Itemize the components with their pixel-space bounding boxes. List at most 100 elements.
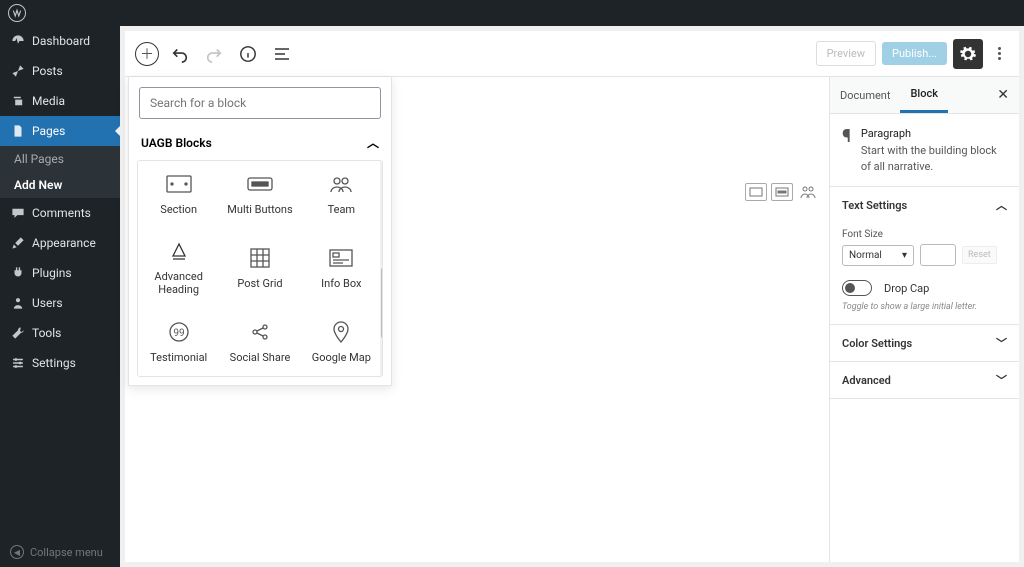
font-size-select[interactable]: Normal ▾ — [842, 245, 914, 266]
editor-toolbar: ＋ Preview Publish... — [125, 31, 1019, 77]
sidebar-item-pages[interactable]: Pages — [0, 116, 120, 146]
panel-header-color-settings[interactable]: Color Settings ﹀ — [830, 325, 1019, 361]
share-icon — [246, 321, 274, 343]
sidebar-item-settings[interactable]: Settings — [0, 348, 120, 378]
inserter-block-team[interactable]: Team — [301, 161, 382, 228]
section-type-icon[interactable] — [745, 183, 767, 201]
brush-icon — [10, 235, 26, 251]
inserter-block-google-map[interactable]: Google Map — [301, 309, 382, 376]
info-button[interactable] — [235, 41, 261, 67]
team-icon — [327, 173, 355, 195]
inserter-block-advanced-heading[interactable]: Advanced Heading — [138, 228, 219, 308]
infobox-icon — [327, 247, 355, 269]
team-type-icon[interactable] — [797, 183, 819, 201]
chevron-up-icon: ︿ — [367, 134, 379, 151]
sidebar-item-posts[interactable]: Posts — [0, 56, 120, 86]
block-summary: ¶ Paragraph Start with the building bloc… — [830, 114, 1019, 187]
panel-text-settings: Text Settings ︿ Font Size Normal ▾ — [830, 187, 1019, 325]
sidebar-item-comments[interactable]: Comments — [0, 198, 120, 228]
sidebar-item-label: Pages — [32, 124, 65, 138]
pages-icon — [10, 123, 26, 139]
sidebar-item-media[interactable]: Media — [0, 86, 120, 116]
panel-header-advanced[interactable]: Advanced ﹀ — [830, 362, 1019, 398]
inserter-block-section[interactable]: Section — [138, 161, 219, 228]
undo-button[interactable] — [167, 41, 193, 67]
dashboard-icon — [10, 33, 26, 49]
sidebar-item-dashboard[interactable]: Dashboard — [0, 26, 120, 56]
panel-title: Text Settings — [842, 199, 907, 212]
tab-block[interactable]: Block — [900, 77, 947, 113]
sidebar-item-label: Tools — [32, 326, 61, 340]
panel-advanced: Advanced ﹀ — [830, 362, 1019, 399]
inserter-category-label: UAGB Blocks — [141, 136, 212, 150]
sliders-icon — [10, 355, 26, 371]
sidebar-sub-add-new[interactable]: Add New — [0, 172, 120, 198]
sidebar-item-appearance[interactable]: Appearance — [0, 228, 120, 258]
sidebar-sub-all-pages[interactable]: All Pages — [0, 146, 120, 172]
preview-button[interactable]: Preview — [816, 41, 876, 66]
add-block-button[interactable]: ＋ — [135, 42, 159, 66]
settings-gear-button[interactable] — [953, 39, 983, 69]
wordpress-logo-icon[interactable] — [8, 4, 26, 22]
inserter-block-testimonial[interactable]: 99 Testimonial — [138, 309, 219, 376]
editor-wrap: ＋ Preview Publish... — [120, 26, 1024, 567]
block-title: Paragraph — [861, 126, 1007, 141]
redo-button[interactable] — [201, 41, 227, 67]
collapse-icon: ◀ — [10, 545, 24, 559]
inserter-category-header[interactable]: UAGB Blocks ︿ — [129, 129, 391, 156]
font-size-number-input[interactable] — [920, 244, 956, 266]
inserter-block-label: Multi Buttons — [227, 203, 292, 216]
drop-cap-toggle[interactable] — [842, 280, 872, 296]
chevron-up-icon: ︿ — [996, 197, 1007, 213]
inserter-block-label: Advanced Heading — [142, 270, 215, 296]
block-search-input[interactable] — [139, 87, 381, 119]
admin-sidebar: Dashboard Posts Media Pages All Pages Ad… — [0, 26, 120, 567]
sidebar-item-label: Settings — [32, 356, 76, 370]
drop-cap-hint: Toggle to show a large initial letter. — [842, 302, 1007, 312]
sidebar-item-label: Users — [32, 296, 63, 310]
inserter-block-label: Post Grid — [237, 277, 282, 290]
font-size-reset-button[interactable]: Reset — [962, 246, 997, 264]
panel-color-settings: Color Settings ﹀ — [830, 325, 1019, 362]
heading-icon — [165, 240, 193, 262]
sidebar-item-label: Comments — [32, 206, 91, 220]
section-icon — [165, 173, 193, 195]
drop-cap-label: Drop Cap — [884, 282, 929, 295]
inserter-block-social-share[interactable]: Social Share — [219, 309, 300, 376]
settings-sidebar: Document Block ✕ ¶ Paragraph Start with … — [829, 77, 1019, 562]
sidebar-item-tools[interactable]: Tools — [0, 318, 120, 348]
sidebar-item-label: Plugins — [32, 266, 72, 280]
inserter-block-multi-buttons[interactable]: Multi Buttons — [219, 161, 300, 228]
chevron-down-icon: ﹀ — [996, 335, 1007, 351]
tab-document[interactable]: Document — [830, 79, 900, 112]
quote-icon: 99 — [165, 321, 193, 343]
close-sidebar-button[interactable]: ✕ — [987, 87, 1019, 103]
inserter-scrollbar-thumb[interactable] — [381, 268, 383, 338]
sidebar-item-plugins[interactable]: Plugins — [0, 258, 120, 288]
buttons-type-icon[interactable] — [771, 183, 793, 201]
panel-title: Color Settings — [842, 337, 912, 350]
sidebar-item-label: Appearance — [32, 236, 96, 250]
collapse-menu-button[interactable]: ◀ Collapse menu — [0, 537, 120, 567]
pin-icon — [10, 63, 26, 79]
outline-button[interactable] — [269, 41, 295, 67]
svg-text:99: 99 — [173, 328, 184, 339]
inserter-block-post-grid[interactable]: Post Grid — [219, 228, 300, 308]
plug-icon — [10, 265, 26, 281]
sidebar-item-label: Dashboard — [32, 34, 90, 48]
grid-icon — [246, 247, 274, 269]
publish-button[interactable]: Publish... — [882, 42, 947, 65]
sidebar-item-users[interactable]: Users — [0, 288, 120, 318]
inserter-block-label: Team — [328, 203, 356, 216]
font-size-value: Normal — [849, 250, 882, 261]
inserter-block-label: Info Box — [321, 277, 361, 290]
more-menu-button[interactable] — [989, 47, 1009, 60]
inserter-block-label: Google Map — [312, 351, 371, 364]
paragraph-icon: ¶ — [842, 126, 851, 174]
panel-header-text-settings[interactable]: Text Settings ︿ — [830, 187, 1019, 223]
inserter-block-info-box[interactable]: Info Box — [301, 228, 382, 308]
editor-canvas[interactable]: UAGB Blocks ︿ Section — [125, 77, 829, 562]
block-inserter-popover: UAGB Blocks ︿ Section — [128, 77, 392, 386]
chevron-down-icon: ﹀ — [996, 372, 1007, 388]
media-icon — [10, 93, 26, 109]
